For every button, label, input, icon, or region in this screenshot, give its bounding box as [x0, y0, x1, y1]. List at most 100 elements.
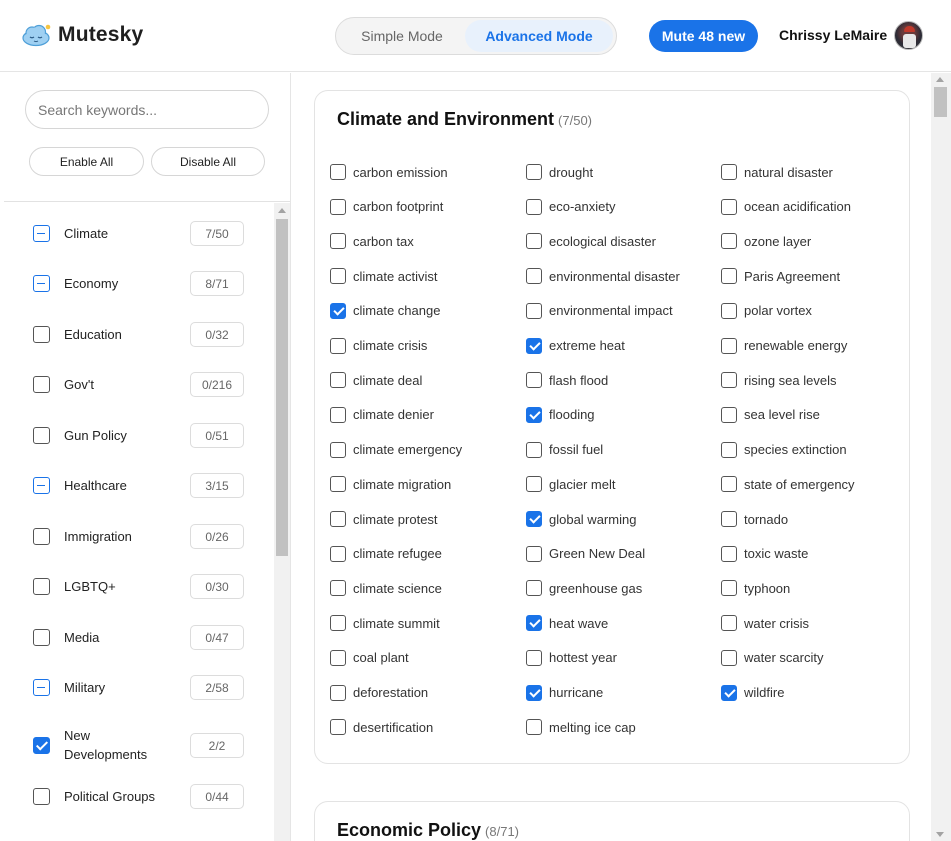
- category-item[interactable]: Gun Policy 0/51: [0, 405, 274, 455]
- keyword-item[interactable]: climate protest: [330, 509, 438, 529]
- keyword-item[interactable]: climate change: [330, 301, 440, 321]
- keyword-item[interactable]: climate denier: [330, 405, 434, 425]
- keyword-item[interactable]: carbon tax: [330, 231, 414, 251]
- keyword-item[interactable]: ozone layer: [721, 231, 811, 251]
- category-checkbox[interactable]: [33, 326, 50, 343]
- keyword-checkbox[interactable]: [330, 406, 346, 423]
- keyword-checkbox[interactable]: [721, 441, 737, 458]
- category-item[interactable]: Climate 7/50: [0, 203, 274, 253]
- enable-all-button[interactable]: Enable All: [29, 147, 144, 176]
- keyword-item[interactable]: toxic waste: [721, 544, 808, 564]
- keyword-checkbox[interactable]: [330, 441, 346, 458]
- keyword-item[interactable]: flooding: [526, 405, 595, 425]
- keyword-item[interactable]: melting ice cap: [526, 717, 636, 737]
- keyword-checkbox[interactable]: [330, 511, 346, 527]
- category-checkbox[interactable]: [33, 578, 50, 595]
- keyword-checkbox[interactable]: [721, 198, 737, 215]
- category-checkbox[interactable]: [33, 788, 50, 805]
- keyword-checkbox[interactable]: [330, 545, 346, 562]
- keyword-item[interactable]: global warming: [526, 509, 636, 529]
- keyword-checkbox[interactable]: [721, 233, 737, 250]
- keyword-item[interactable]: greenhouse gas: [526, 578, 642, 598]
- keyword-item[interactable]: carbon footprint: [330, 197, 443, 217]
- keyword-item[interactable]: heat wave: [526, 613, 608, 633]
- keyword-checkbox[interactable]: [721, 684, 737, 701]
- keyword-item[interactable]: environmental impact: [526, 301, 673, 321]
- keyword-checkbox[interactable]: [526, 164, 542, 180]
- keyword-checkbox[interactable]: [721, 511, 737, 527]
- keyword-checkbox[interactable]: [330, 476, 346, 493]
- keyword-checkbox[interactable]: [526, 406, 542, 423]
- keyword-checkbox[interactable]: [526, 719, 542, 736]
- keyword-checkbox[interactable]: [526, 233, 542, 250]
- keyword-item[interactable]: water scarcity: [721, 648, 823, 668]
- keyword-checkbox[interactable]: [721, 580, 737, 597]
- category-item[interactable]: New Developments 2/2: [0, 708, 274, 762]
- keyword-checkbox[interactable]: [721, 476, 737, 493]
- category-checkbox[interactable]: [33, 528, 50, 545]
- category-item[interactable]: Immigration 0/26: [0, 506, 274, 556]
- category-item[interactable]: Healthcare 3/15: [0, 455, 274, 505]
- keyword-checkbox[interactable]: [526, 337, 542, 354]
- category-item[interactable]: Military 2/58: [0, 657, 274, 707]
- category-item[interactable]: Gov't 0/216: [0, 354, 274, 404]
- category-checkbox[interactable]: [33, 376, 50, 393]
- keyword-item[interactable]: renewable energy: [721, 336, 847, 356]
- keyword-checkbox[interactable]: [330, 372, 346, 389]
- keyword-checkbox[interactable]: [526, 580, 542, 597]
- keyword-item[interactable]: glacier melt: [526, 474, 615, 494]
- keyword-item[interactable]: desertification: [330, 717, 433, 737]
- main-scrollbar[interactable]: [931, 73, 951, 841]
- keyword-item[interactable]: rising sea levels: [721, 370, 837, 390]
- keyword-item[interactable]: climate migration: [330, 474, 451, 494]
- scroll-down-icon[interactable]: [936, 832, 944, 837]
- disable-all-button[interactable]: Disable All: [151, 147, 265, 176]
- keyword-checkbox[interactable]: [330, 302, 346, 319]
- keyword-checkbox[interactable]: [721, 406, 737, 423]
- keyword-checkbox[interactable]: [330, 233, 346, 250]
- keyword-item[interactable]: carbon emission: [330, 162, 448, 182]
- keyword-item[interactable]: Green New Deal: [526, 544, 645, 564]
- keyword-checkbox[interactable]: [526, 372, 542, 389]
- keyword-checkbox[interactable]: [330, 198, 346, 215]
- category-checkbox[interactable]: [33, 737, 50, 754]
- keyword-checkbox[interactable]: [330, 337, 346, 354]
- app-logo[interactable]: Mutesky: [21, 23, 143, 47]
- keyword-item[interactable]: environmental disaster: [526, 266, 680, 286]
- keyword-checkbox[interactable]: [721, 615, 737, 632]
- keyword-checkbox[interactable]: [330, 580, 346, 597]
- keyword-checkbox[interactable]: [526, 441, 542, 458]
- keyword-checkbox[interactable]: [330, 719, 346, 736]
- category-checkbox[interactable]: [33, 427, 50, 444]
- keyword-item[interactable]: climate emergency: [330, 440, 462, 460]
- keyword-item[interactable]: sea level rise: [721, 405, 820, 425]
- advanced-mode-button[interactable]: Advanced Mode: [465, 20, 613, 52]
- category-checkbox[interactable]: [33, 225, 50, 242]
- keyword-checkbox[interactable]: [526, 302, 542, 319]
- keyword-item[interactable]: extreme heat: [526, 336, 625, 356]
- category-item[interactable]: Political Groups 0/44: [0, 766, 274, 816]
- keyword-item[interactable]: state of emergency: [721, 474, 855, 494]
- keyword-item[interactable]: eco-anxiety: [526, 197, 615, 217]
- keyword-item[interactable]: climate refugee: [330, 544, 442, 564]
- category-checkbox[interactable]: [33, 275, 50, 292]
- keyword-item[interactable]: wildfire: [721, 683, 784, 703]
- scroll-up-icon[interactable]: [278, 208, 286, 213]
- keyword-item[interactable]: drought: [526, 162, 593, 182]
- keyword-item[interactable]: climate science: [330, 578, 442, 598]
- keyword-item[interactable]: typhoon: [721, 578, 790, 598]
- category-item[interactable]: Media 0/47: [0, 607, 274, 657]
- keyword-checkbox[interactable]: [526, 198, 542, 215]
- keyword-checkbox[interactable]: [526, 649, 542, 666]
- category-checkbox[interactable]: [33, 629, 50, 646]
- category-checkbox[interactable]: [33, 679, 50, 696]
- keyword-item[interactable]: coal plant: [330, 648, 409, 668]
- keyword-item[interactable]: natural disaster: [721, 162, 833, 182]
- keyword-item[interactable]: flash flood: [526, 370, 608, 390]
- keyword-item[interactable]: species extinction: [721, 440, 847, 460]
- keyword-checkbox[interactable]: [330, 615, 346, 632]
- keyword-item[interactable]: water crisis: [721, 613, 809, 633]
- keyword-checkbox[interactable]: [721, 268, 737, 285]
- keyword-checkbox[interactable]: [526, 684, 542, 701]
- keyword-checkbox[interactable]: [721, 164, 737, 180]
